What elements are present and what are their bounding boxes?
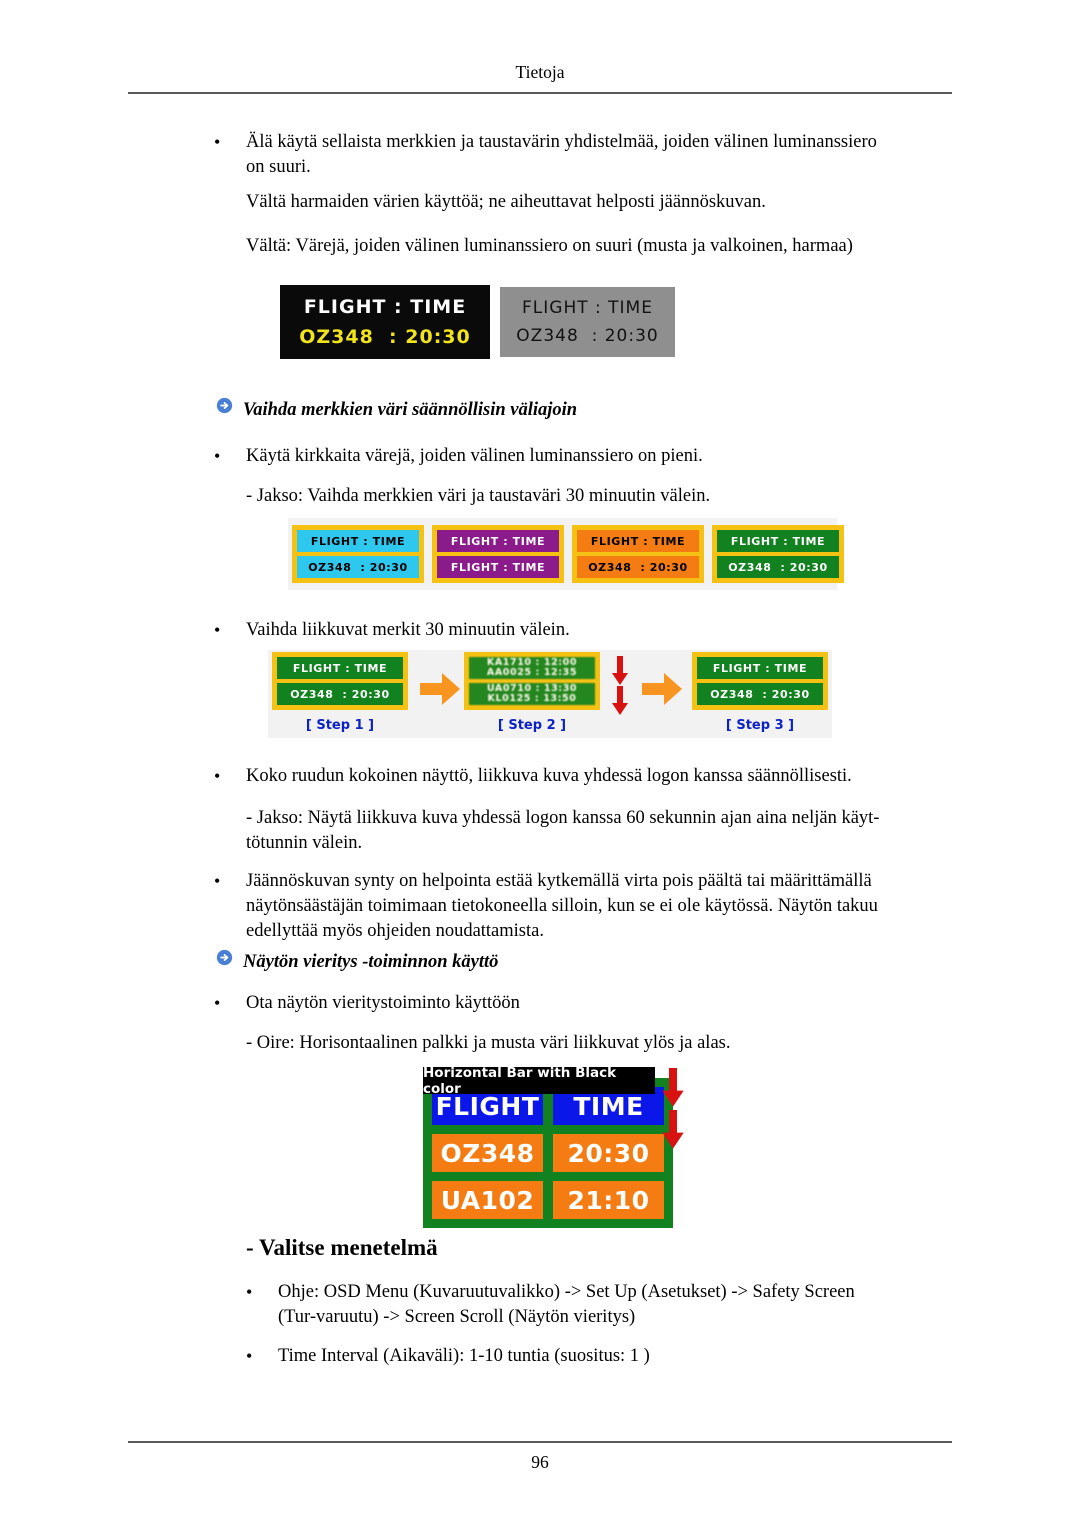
paragraph-change-moving-characters: Vaihda liikkuvat merkit 30 minuutin väle… (246, 620, 570, 640)
step3-line1: FLIGHT : TIME (697, 657, 823, 679)
bullet-glyph: • (214, 993, 221, 1013)
heading-change-character-color: Vaihda merkkien väri säännöllisin väliaj… (243, 400, 578, 420)
paragraph-enable-scroll: Ota näytön vieritystoiminto käyttöön (246, 993, 520, 1013)
bar-row-ua102: UA102 21:10 (432, 1181, 664, 1219)
section-title-valitse-menetelma: - Valitse menetelmä (246, 1235, 438, 1260)
paragraph-use-bright-colors: Käytä kirkkaita värejä, joiden välinen l… (246, 446, 703, 466)
bullet-glyph: • (214, 766, 221, 786)
header-rule (128, 92, 952, 94)
bar-cell-2110: 21:10 (553, 1181, 664, 1219)
bullet-glyph: • (214, 620, 221, 640)
bullet-glyph: • (214, 446, 221, 466)
step3-line2: OZ348 : 20:30 (697, 683, 823, 705)
color-panel-purple-line2: FLIGHT : TIME (437, 556, 559, 578)
step1-line2: OZ348 : 20:30 (277, 683, 403, 705)
red-down-arrow-icon-3 (662, 1068, 684, 1107)
bar-board: FLIGHT TIME OZ348 20:30 UA102 21:10 (423, 1078, 673, 1228)
panel-gray-line1: FLIGHT : TIME (522, 298, 653, 318)
step2-scroll-row-top: KA1710 : 12:00 AA0025 : 12:35 (469, 657, 595, 679)
paragraph-fullscreen-logo: Koko ruudun kokoinen näyttö, liikkuva ku… (246, 766, 852, 786)
arrow-bullet-icon (216, 949, 233, 966)
bar-cell-2030: 20:30 (553, 1134, 664, 1172)
color-panel-orange: FLIGHT : TIME OZ348 : 20:30 (572, 525, 704, 583)
step2-panel: KA1710 : 12:00 AA0025 : 12:35 UA0710 : 1… (464, 652, 600, 710)
figure-contrast-example: FLIGHT : TIME OZ348 : 20:30 FLIGHT : TIM… (280, 285, 680, 363)
red-down-arrow-icon-1 (612, 656, 628, 685)
step3-panel: FLIGHT : TIME OZ348 : 20:30 (692, 652, 828, 710)
orange-arrow-icon-2 (642, 673, 682, 705)
page-number: 96 (531, 1452, 549, 1472)
orange-arrow-icon-1 (420, 673, 460, 705)
color-panel-purple: FLIGHT : TIME FLIGHT : TIME (432, 525, 564, 583)
bar-cell-ua102: UA102 (432, 1181, 543, 1219)
bullet-glyph: • (246, 1282, 253, 1302)
step1-label: [ Step 1 ] (305, 718, 375, 733)
step1-line1: FLIGHT : TIME (277, 657, 403, 679)
arrow-bullet-icon (216, 397, 233, 414)
panel-black-line2: OZ348 : 20:30 (299, 326, 471, 348)
paragraph-symptom: - Oire: Horisontaalinen palkki ja musta … (246, 1033, 731, 1053)
step2-scroll-row-bottom: UA0710 : 13:30 KL0125 : 13:50 (469, 683, 595, 705)
figure-horizontal-bar: FLIGHT TIME OZ348 20:30 UA102 21:10 Hori… (410, 1062, 690, 1228)
bar-cell-oz348: OZ348 (432, 1134, 543, 1172)
heading-screen-scroll: Näytön vieritys -toiminnon käyttö (243, 952, 499, 972)
paragraph-interval-60s: - Jakso: Näytä liikkuva kuva yhdessä log… (246, 808, 880, 853)
document-page: Tietoja • Älä käytä sellaista merkkien j… (0, 0, 1080, 1527)
bar-row-oz348: OZ348 20:30 (432, 1134, 664, 1172)
panel-gray-background: FLIGHT : TIME OZ348 : 20:30 (500, 287, 675, 357)
panel-gray-line2: OZ348 : 20:30 (516, 326, 659, 346)
panel-black-line1: FLIGHT : TIME (303, 296, 467, 318)
red-down-arrow-icon-4 (662, 1110, 684, 1149)
color-panel-green-line1: FLIGHT : TIME (717, 530, 839, 552)
footer-rule (128, 1441, 952, 1443)
panel-black-background: FLIGHT : TIME OZ348 : 20:30 (280, 285, 490, 359)
black-bar-overlay: Horizontal Bar with Black color (423, 1065, 655, 1097)
bullet-glyph: • (246, 1346, 253, 1366)
running-head: Tietoja (515, 62, 565, 82)
color-panel-purple-line1: FLIGHT : TIME (437, 530, 559, 552)
red-down-arrow-icon-2 (612, 686, 628, 715)
color-panel-green: FLIGHT : TIME OZ348 : 20:30 (712, 525, 844, 583)
bullet-glyph: • (214, 871, 221, 891)
step2-label: [ Step 2 ] (497, 718, 567, 733)
paragraph-time-interval: Time Interval (Aikaväli): 1-10 tuntia (s… (278, 1346, 650, 1366)
paragraph-prevent-afterimage: Jäännöskuvan synty on helpointa estää ky… (246, 871, 878, 941)
color-panel-green-line2: OZ348 : 20:30 (717, 556, 839, 578)
color-panel-cyan-line1: FLIGHT : TIME (297, 530, 419, 552)
step2-blur-line-b2: KL0125 : 13:50 (487, 693, 577, 704)
figure-step-sequence: FLIGHT : TIME OZ348 : 20:30 [ Step 1 ] K… (268, 650, 832, 738)
color-panel-cyan-line2: OZ348 : 20:30 (297, 556, 419, 578)
figure-color-variants: FLIGHT : TIME OZ348 : 20:30 FLIGHT : TIM… (288, 518, 844, 590)
paragraph-avoid-contrast: Älä käytä sellaista merkkien ja taustavä… (246, 132, 877, 177)
color-panel-orange-line1: FLIGHT : TIME (577, 530, 699, 552)
step2-blur-line-a2: AA0025 : 12:35 (486, 667, 578, 678)
bullet-glyph: • (214, 132, 221, 152)
paragraph-avoid-gray: Vältä harmaiden värien käyttöä; ne aiheu… (246, 192, 766, 212)
color-panel-cyan: FLIGHT : TIME OZ348 : 20:30 (292, 525, 424, 583)
step1-panel: FLIGHT : TIME OZ348 : 20:30 (272, 652, 408, 710)
color-panel-orange-line2: OZ348 : 20:30 (577, 556, 699, 578)
paragraph-avoid-colors: Vältä: Värejä, joiden välinen luminanssi… (246, 236, 853, 256)
paragraph-interval-30min: - Jakso: Vaihda merkkien väri ja taustav… (246, 486, 711, 506)
step3-label: [ Step 3 ] (725, 718, 795, 733)
paragraph-osd-path: Ohje: OSD Menu (Kuvaruutuvalikko) -> Set… (278, 1282, 855, 1327)
